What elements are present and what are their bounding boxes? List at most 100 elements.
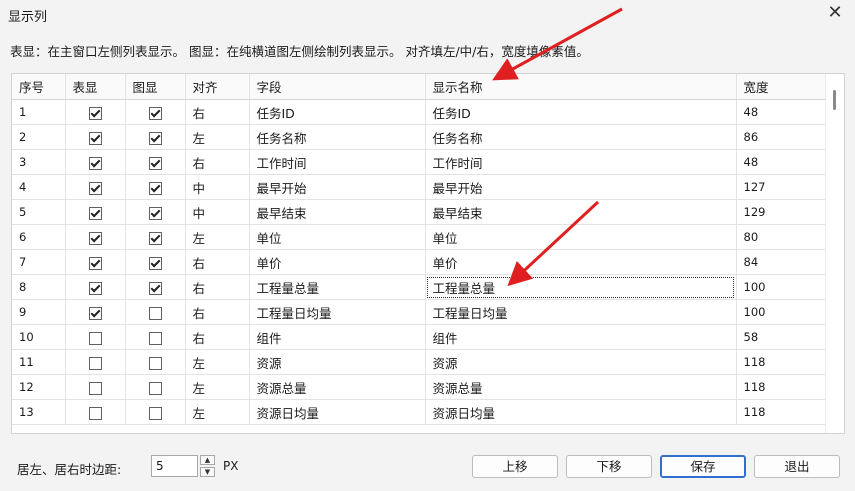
chart-show-checkbox[interactable]: [148, 156, 162, 170]
cell-display-name[interactable]: 最早结束: [425, 199, 737, 225]
table-row[interactable]: 7 右单价 单价 84: [12, 249, 827, 275]
cell-seq[interactable]: 9: [12, 299, 66, 325]
cell-chart-show[interactable]: [125, 374, 186, 400]
cell-field[interactable]: 最早开始: [249, 174, 426, 200]
cell-display-name[interactable]: 资源日均量: [425, 399, 737, 425]
cell-table-show[interactable]: [65, 399, 126, 425]
chart-show-checkbox[interactable]: [148, 356, 162, 370]
cell-align[interactable]: 左: [185, 374, 250, 400]
cell-seq[interactable]: 12: [12, 374, 66, 400]
cell-align[interactable]: 右: [185, 274, 250, 300]
cell-chart-show[interactable]: [125, 324, 186, 350]
spin-down-icon[interactable]: ▼: [200, 467, 215, 477]
cell-align[interactable]: 中: [185, 174, 250, 200]
cell-table-show[interactable]: [65, 224, 126, 250]
cell-seq[interactable]: 6: [12, 224, 66, 250]
table-show-checkbox[interactable]: [88, 181, 102, 195]
cell-align[interactable]: 右: [185, 249, 250, 275]
move-up-button[interactable]: 上移: [472, 455, 558, 478]
cell-align[interactable]: 右: [185, 149, 250, 175]
table-row[interactable]: 11 左资源 资源 118: [12, 349, 827, 375]
cell-seq[interactable]: 8: [12, 274, 66, 300]
cell-width[interactable]: 86: [736, 124, 827, 150]
cell-display-name[interactable]: 工作时间: [425, 149, 737, 175]
col-header-align[interactable]: 对齐: [185, 74, 250, 100]
table-row[interactable]: 10 右组件 组件 58: [12, 324, 827, 350]
chart-show-checkbox[interactable]: [148, 381, 162, 395]
exit-button[interactable]: 退出: [754, 455, 840, 478]
cell-field[interactable]: 单价: [249, 249, 426, 275]
table-show-checkbox[interactable]: [88, 356, 102, 370]
cell-display-name[interactable]: 资源总量: [425, 374, 737, 400]
cell-width[interactable]: 48: [736, 149, 827, 175]
cell-field[interactable]: 资源总量: [249, 374, 426, 400]
cell-field[interactable]: 组件: [249, 324, 426, 350]
move-down-button[interactable]: 下移: [566, 455, 652, 478]
cell-width[interactable]: 118: [736, 349, 827, 375]
cell-chart-show[interactable]: [125, 199, 186, 225]
cell-table-show[interactable]: [65, 174, 126, 200]
table-show-checkbox[interactable]: [88, 281, 102, 295]
cell-width[interactable]: 100: [736, 299, 827, 325]
cell-table-show[interactable]: [65, 374, 126, 400]
cell-field[interactable]: 工程量总量: [249, 274, 426, 300]
cell-chart-show[interactable]: [125, 399, 186, 425]
chart-show-checkbox[interactable]: [148, 181, 162, 195]
chart-show-checkbox[interactable]: [148, 106, 162, 120]
cell-align[interactable]: 右: [185, 99, 250, 125]
table-row[interactable]: 12 左资源总量 资源总量 118: [12, 374, 827, 400]
cell-align[interactable]: 右: [185, 324, 250, 350]
table-show-checkbox[interactable]: [88, 156, 102, 170]
cell-align[interactable]: 左: [185, 399, 250, 425]
cell-table-show[interactable]: [65, 299, 126, 325]
table-show-checkbox[interactable]: [88, 206, 102, 220]
table-show-checkbox[interactable]: [88, 131, 102, 145]
table-show-checkbox[interactable]: [88, 106, 102, 120]
cell-seq[interactable]: 5: [12, 199, 66, 225]
table-show-checkbox[interactable]: [88, 381, 102, 395]
spin-up-icon[interactable]: ▲: [200, 455, 215, 465]
col-header-field[interactable]: 字段: [249, 74, 426, 100]
cell-align[interactable]: 左: [185, 124, 250, 150]
cell-chart-show[interactable]: [125, 174, 186, 200]
cell-table-show[interactable]: [65, 349, 126, 375]
cell-seq[interactable]: 4: [12, 174, 66, 200]
cell-seq[interactable]: 11: [12, 349, 66, 375]
cell-display-name[interactable]: 资源: [425, 349, 737, 375]
scrollbar-thumb[interactable]: [833, 90, 836, 110]
cell-align[interactable]: 左: [185, 224, 250, 250]
cell-chart-show[interactable]: [125, 349, 186, 375]
cell-align[interactable]: 中: [185, 199, 250, 225]
close-icon[interactable]: ✕: [825, 3, 845, 23]
cell-width[interactable]: 127: [736, 174, 827, 200]
cell-display-name[interactable]: 单价: [425, 249, 737, 275]
table-show-checkbox[interactable]: [88, 231, 102, 245]
chart-show-checkbox[interactable]: [148, 331, 162, 345]
table-row[interactable]: 1 右任务ID 任务ID 48: [12, 99, 827, 125]
save-button[interactable]: 保存: [660, 455, 746, 478]
cell-width[interactable]: 118: [736, 374, 827, 400]
cell-width[interactable]: 100: [736, 274, 827, 300]
cell-width[interactable]: 48: [736, 99, 827, 125]
cell-table-show[interactable]: [65, 199, 126, 225]
chart-show-checkbox[interactable]: [148, 231, 162, 245]
cell-seq[interactable]: 7: [12, 249, 66, 275]
table-row[interactable]: 6 左单位 单位 80: [12, 224, 827, 250]
chart-show-checkbox[interactable]: [148, 306, 162, 320]
chart-show-checkbox[interactable]: [148, 131, 162, 145]
cell-width[interactable]: 129: [736, 199, 827, 225]
col-header-chart-show[interactable]: 图显: [125, 74, 186, 100]
cell-chart-show[interactable]: [125, 124, 186, 150]
cell-chart-show[interactable]: [125, 224, 186, 250]
table-show-checkbox[interactable]: [88, 306, 102, 320]
cell-display-name[interactable]: 工程量日均量: [425, 299, 737, 325]
col-header-display-name[interactable]: 显示名称: [425, 74, 737, 100]
cell-field[interactable]: 工程量日均量: [249, 299, 426, 325]
cell-display-name[interactable]: 任务ID: [425, 99, 737, 125]
cell-chart-show[interactable]: [125, 249, 186, 275]
cell-align[interactable]: 左: [185, 349, 250, 375]
cell-field[interactable]: 资源: [249, 349, 426, 375]
cell-width[interactable]: 58: [736, 324, 827, 350]
cell-table-show[interactable]: [65, 149, 126, 175]
cell-field[interactable]: 工作时间: [249, 149, 426, 175]
